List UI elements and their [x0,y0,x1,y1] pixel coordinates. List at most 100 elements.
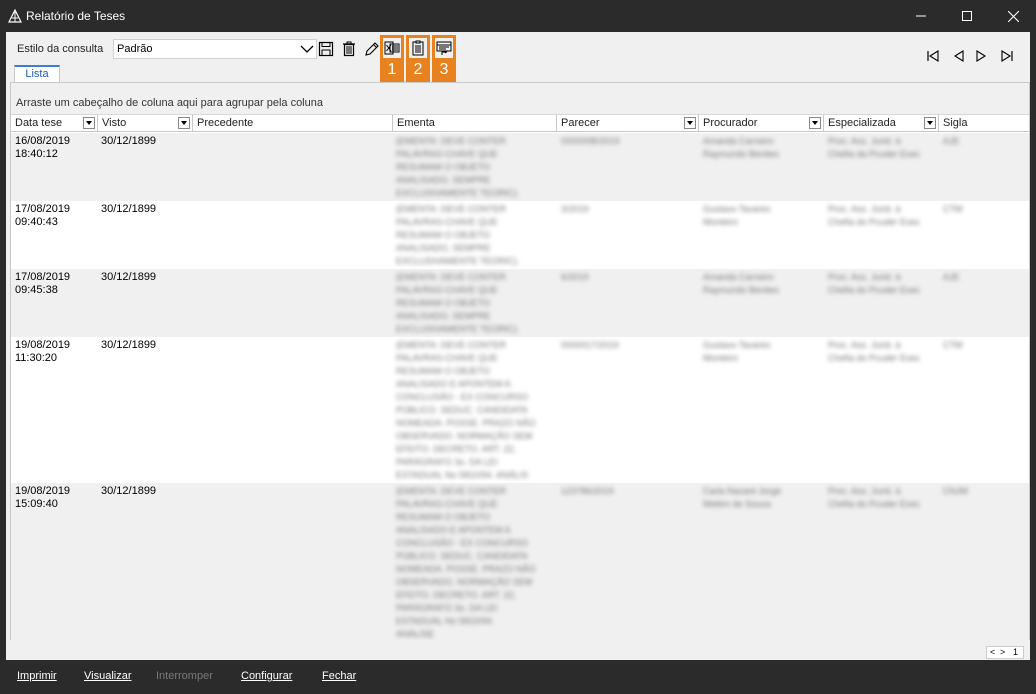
trash-icon[interactable] [341,41,357,57]
table-row[interactable]: 19/08/2019 15:09:40 30/12/1899 (EMENTA: … [11,483,1029,640]
close-icon [1007,10,1019,22]
next-record-icon[interactable] [974,49,988,63]
query-style-value: Padrão [117,43,153,55]
cell-parecer: 6/2019 [561,272,589,282]
table-row[interactable]: 17/08/2019 09:45:38 30/12/1899 (EMENTA: … [11,269,1029,337]
chevron-down-icon[interactable] [300,43,314,55]
pencil-icon[interactable] [364,41,380,57]
page-number[interactable]: 1 [1013,647,1018,657]
report-window: Relatório de Teses Estilo da consulta Pa… [0,0,1036,694]
action-bar: Imprimir Visualizar Interromper Configur… [6,664,1030,688]
save-icon[interactable] [318,41,334,57]
column-header-label: Sigla [943,117,968,129]
query-style-select[interactable]: Padrão [113,39,317,59]
table-row[interactable]: 16/08/2019 18:40:12 30/12/1899 (EMENTA: … [11,133,1029,201]
column-header-data-tese[interactable]: Data tese [11,115,98,132]
last-record-icon[interactable] [1000,49,1014,63]
minimize-button[interactable] [898,0,944,32]
cell-ementa: (EMENTA: DEVE CONTER PALAVRAS-CHAVE QUE … [396,486,536,639]
column-header-label: Parecer [561,117,600,129]
cell-visto: 30/12/1899 [101,135,157,147]
page-prev-icon[interactable]: < [990,647,995,657]
preview-button[interactable]: Visualizar [84,670,132,682]
maximize-button[interactable] [944,0,990,32]
cell-especializada: Proc. Ass. Jurid. à Chefia do Pcuder Exe… [828,486,921,509]
previous-record-icon[interactable] [952,49,966,63]
title-bar[interactable]: Relatório de Teses [0,0,1036,32]
filter-dropdown-icon[interactable] [684,117,696,129]
first-record-icon[interactable] [926,49,940,63]
cell-sigla: CTM [943,340,963,350]
highlight-number: 2 [413,61,423,78]
cell-sigla: CTM [943,204,963,214]
cell-procurador: Carla Nazaré Jorge Melém de Souza [703,486,782,509]
cell-especializada: Proc. Ass. Jurid. à Chefia do Pcuder Exe… [828,204,921,227]
cell-data-tese: 19/08/2019 15:09:40 [15,485,71,510]
results-grid: Arraste um cabeçalho de coluna aqui para… [10,82,1030,640]
page-navigator: < > 1 [986,646,1024,659]
highlight-box-3: 3 [432,35,456,87]
highlight-box-1: 1 [380,35,404,87]
column-header-precedente[interactable]: Precedente [193,115,393,132]
cell-especializada: Proc. Ass. Jurid. à Chefia do Pcuder Exe… [828,272,921,295]
cell-ementa: (EMENTA: DEVE CONTER PALAVRAS-CHAVE QUE … [396,340,536,480]
cell-especializada: Proc. Ass. Jurid. à Chefia da Pcuder Exe… [828,136,921,159]
client-area: Estilo da consulta Padrão 1 2 3 Lista Ar… [6,32,1030,660]
table-row[interactable]: 17/08/2019 09:40:43 30/12/1899 (EMENTA: … [11,201,1029,269]
interrupt-button[interactable]: Interromper [156,670,213,682]
cell-sigla: CNJM [943,486,968,496]
column-header-parecer[interactable]: Parecer [557,115,699,132]
cell-sigla: AJE [943,272,960,282]
filter-dropdown-icon[interactable] [809,117,821,129]
column-header-label: Especializada [828,117,896,129]
column-header-especializada[interactable]: Especializada [824,115,939,132]
query-style-label: Estilo da consulta [17,43,104,55]
cell-data-tese: 16/08/2019 18:40:12 [15,135,71,160]
cell-data-tese: 17/08/2019 09:45:38 [15,271,71,296]
cell-sigla: AJE [943,136,960,146]
column-header-label: Visto [102,117,127,129]
table-row[interactable]: 19/08/2019 11:30:20 30/12/1899 (EMENTA: … [11,337,1029,483]
filter-dropdown-icon[interactable] [83,117,95,129]
filter-dropdown-icon[interactable] [178,117,190,129]
cell-parecer: 0000017/2019 [561,340,619,350]
column-header-label: Precedente [197,117,254,129]
cell-visto: 30/12/1899 [101,339,157,351]
cell-visto: 30/12/1899 [101,271,157,283]
cell-visto: 30/12/1899 [101,203,157,215]
column-header-sigla[interactable]: Sigla [939,115,1029,132]
tab-lista[interactable]: Lista [14,65,60,82]
export-report-button[interactable] [435,38,453,58]
app-logo-icon [8,9,22,23]
export-excel-button[interactable] [383,38,401,58]
grid-header: Data tese Visto Precedente Ementa Parece… [11,115,1029,132]
cell-data-tese: 19/08/2019 11:30:20 [15,339,71,364]
cell-procurador: Amanda Carneiro Raymundo Benites [703,272,780,295]
highlight-number: 1 [387,61,397,78]
column-header-procurador[interactable]: Procurador [699,115,824,132]
cell-procurador: Gustavo Tavares Monteiro [703,340,771,363]
cell-parecer: 123786/2019 [561,486,614,496]
export-document-button[interactable] [409,38,427,58]
column-header-label: Ementa [397,117,435,129]
window-title: Relatório de Teses [26,9,126,23]
highlight-box-2: 2 [406,35,430,87]
print-button[interactable]: Imprimir [17,670,57,682]
cell-data-tese: 17/08/2019 09:40:43 [15,203,71,228]
column-header-ementa[interactable]: Ementa [393,115,557,132]
configure-button[interactable]: Configurar [241,670,292,682]
close-button[interactable] [990,0,1036,32]
excel-export-icon [384,41,400,55]
cell-procurador: Gustavo Tavares Monteiro [703,204,771,227]
close-report-button[interactable]: Fechar [322,670,356,682]
cell-procurador: Amanda Carneiro Raymundo Benites [703,136,780,159]
cell-ementa: (EMENTA: DEVE CONTER PALAVRAS-CHAVE QUE … [396,204,520,266]
group-by-panel[interactable]: Arraste um cabeçalho de coluna aqui para… [11,83,1029,115]
page-next-icon[interactable]: > [1000,647,1005,657]
minimize-icon [916,15,926,17]
filter-dropdown-icon[interactable] [924,117,936,129]
column-header-visto[interactable]: Visto [98,115,193,132]
cell-parecer: 3/2019 [561,204,589,214]
column-header-label: Data tese [15,117,63,129]
group-by-hint: Arraste um cabeçalho de coluna aqui para… [16,97,323,109]
